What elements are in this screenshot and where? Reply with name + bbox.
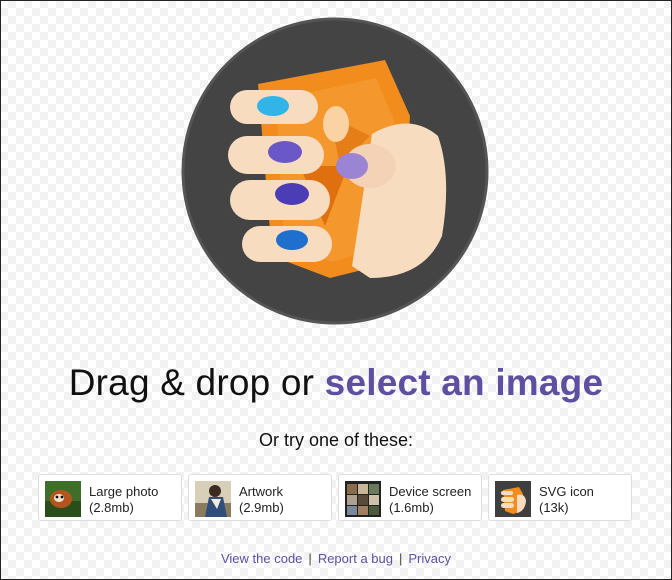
phone-screenshot-thumbnail-icon [345, 481, 381, 517]
sample-svg-icon-button[interactable]: SVG icon (13k) [488, 474, 632, 521]
report-bug-link[interactable]: Report a bug [318, 551, 393, 566]
sample-large-photo-button[interactable]: Large photo (2.8mb) [38, 474, 182, 521]
logo-svg-thumbnail-icon [495, 481, 531, 517]
sample-size: (2.8mb) [89, 500, 134, 515]
sample-title: Device screen [389, 484, 472, 499]
hand-holding-image-logo[interactable] [180, 16, 490, 326]
footer-separator: | [398, 551, 403, 566]
sample-size: (2.9mb) [239, 500, 284, 515]
footer-links: View the code | Report a bug | Privacy [0, 551, 672, 566]
drop-zone-headline: Drag & drop or select an image [0, 362, 672, 404]
sample-size: (1.6mb) [389, 500, 434, 515]
sample-artwork-button[interactable]: Artwork (2.9mb) [188, 474, 332, 521]
privacy-link[interactable]: Privacy [408, 551, 451, 566]
sample-title: Artwork [239, 484, 284, 499]
red-panda-photo-thumbnail-icon [45, 481, 81, 517]
sample-device-screen-button[interactable]: Device screen (1.6mb) [338, 474, 482, 521]
headline-prefix: Drag & drop or [68, 362, 315, 403]
sample-images-list: Large photo (2.8mb) Artwork (2.9mb) Devi… [38, 474, 634, 522]
sample-size: (13k) [539, 500, 569, 515]
sample-title: SVG icon [539, 484, 594, 499]
footer-separator: | [308, 551, 312, 566]
try-samples-label: Or try one of these: [258, 430, 414, 450]
painting-thumbnail-icon [195, 481, 231, 517]
view-code-link[interactable]: View the code [221, 551, 302, 566]
select-image-link[interactable]: select an image [325, 362, 604, 403]
sample-title: Large photo [89, 484, 159, 499]
